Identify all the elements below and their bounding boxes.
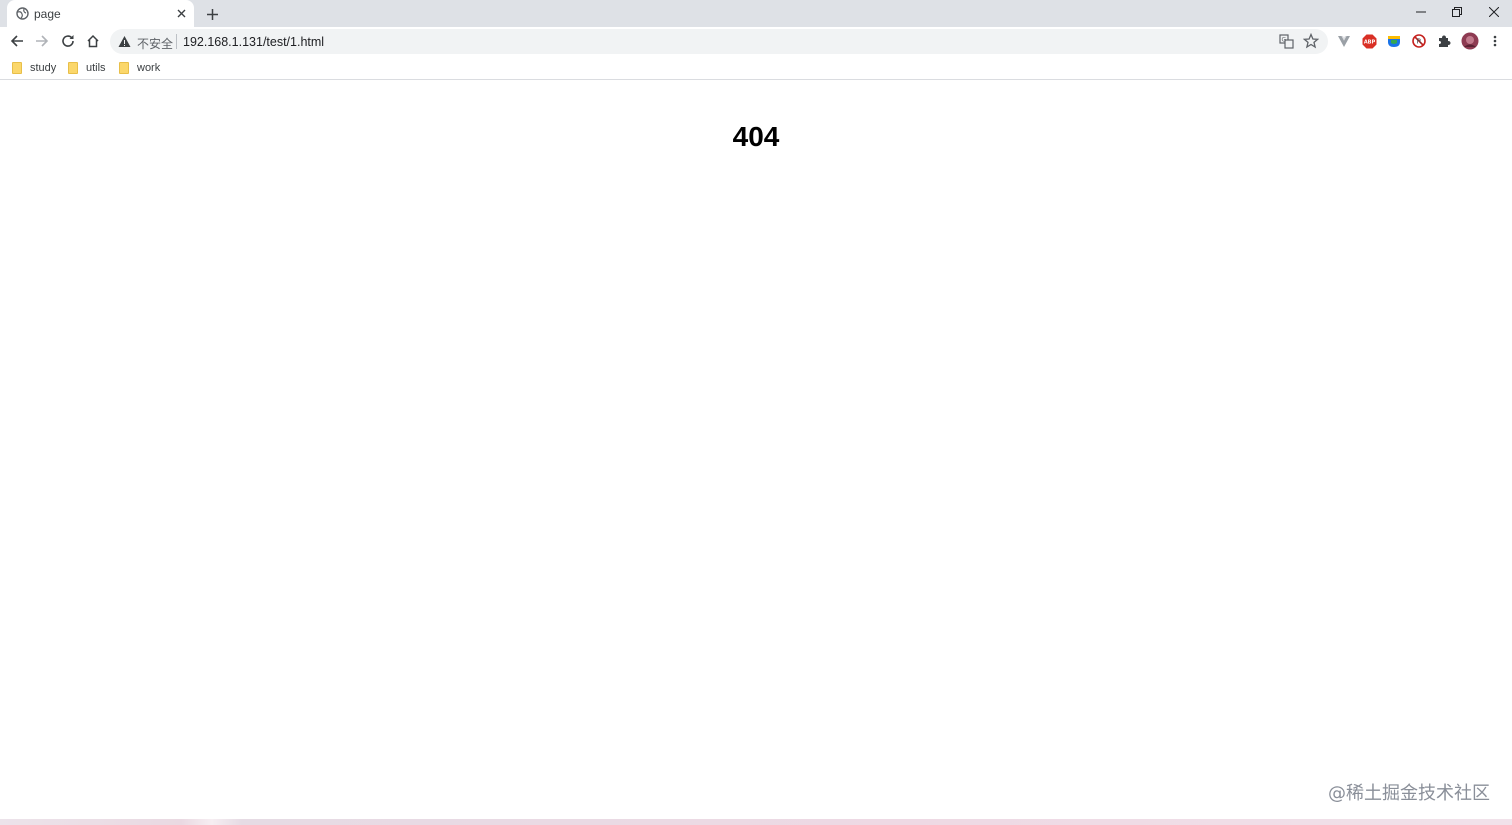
- adblock-icon[interactable]: ABP: [1361, 33, 1377, 49]
- globe-icon: [16, 7, 29, 20]
- bookmark-folder-work[interactable]: work: [119, 60, 160, 76]
- tab-strip: page: [0, 0, 1512, 27]
- puzzle-icon[interactable]: [1436, 33, 1452, 49]
- svg-text:ABP: ABP: [1363, 39, 1375, 45]
- block-ext-icon[interactable]: R: [1411, 33, 1427, 49]
- folder-icon: [68, 62, 78, 74]
- vue-devtools-icon[interactable]: [1336, 33, 1352, 49]
- bookmark-folder-study[interactable]: study: [12, 60, 56, 76]
- bookmark-label: study: [30, 62, 57, 74]
- address-bar[interactable]: 不安全 192.168.1.131/test/1.html G: [110, 29, 1328, 54]
- close-icon[interactable]: [174, 6, 188, 20]
- home-icon[interactable]: [83, 31, 103, 51]
- star-icon[interactable]: [1302, 32, 1320, 49]
- tab-title: page: [34, 7, 61, 21]
- security-label[interactable]: 不安全: [137, 35, 173, 52]
- page-content: 404 @稀土掘金技术社区: [0, 81, 1512, 819]
- url-text[interactable]: 192.168.1.131/test/1.html: [183, 35, 324, 49]
- browser-tab[interactable]: page: [7, 0, 194, 27]
- folder-icon: [12, 62, 22, 74]
- warning-icon[interactable]: [118, 35, 131, 48]
- folder-icon: [119, 62, 129, 74]
- avatar[interactable]: [1461, 32, 1479, 50]
- svg-text:R: R: [1417, 38, 1422, 46]
- svg-text:G: G: [1282, 37, 1287, 44]
- bookmark-label: utils: [86, 62, 106, 74]
- restore-icon[interactable]: [1439, 0, 1475, 24]
- reload-icon[interactable]: [58, 31, 78, 51]
- arrow-left-icon[interactable]: [7, 31, 27, 51]
- arrow-right-icon[interactable]: [32, 31, 52, 51]
- watermark: @稀土掘金技术社区: [1328, 783, 1490, 804]
- plus-icon[interactable]: [203, 5, 221, 23]
- toolbar: 不安全 192.168.1.131/test/1.html G ABP R: [0, 27, 1512, 55]
- bookmarks-bar: study utils work: [0, 55, 1512, 80]
- close-icon[interactable]: [1476, 0, 1512, 24]
- bookmark-folder-utils[interactable]: utils: [68, 60, 106, 76]
- taskbar-edge: [0, 819, 1512, 825]
- bookmark-label: work: [137, 62, 161, 74]
- divider: [176, 34, 177, 49]
- translate-icon[interactable]: G: [1279, 34, 1294, 49]
- bookmark-ext-icon[interactable]: [1386, 33, 1402, 49]
- minimize-icon[interactable]: [1403, 0, 1439, 24]
- more-vert-icon[interactable]: [1487, 33, 1503, 49]
- page-heading: 404: [732, 121, 780, 152]
